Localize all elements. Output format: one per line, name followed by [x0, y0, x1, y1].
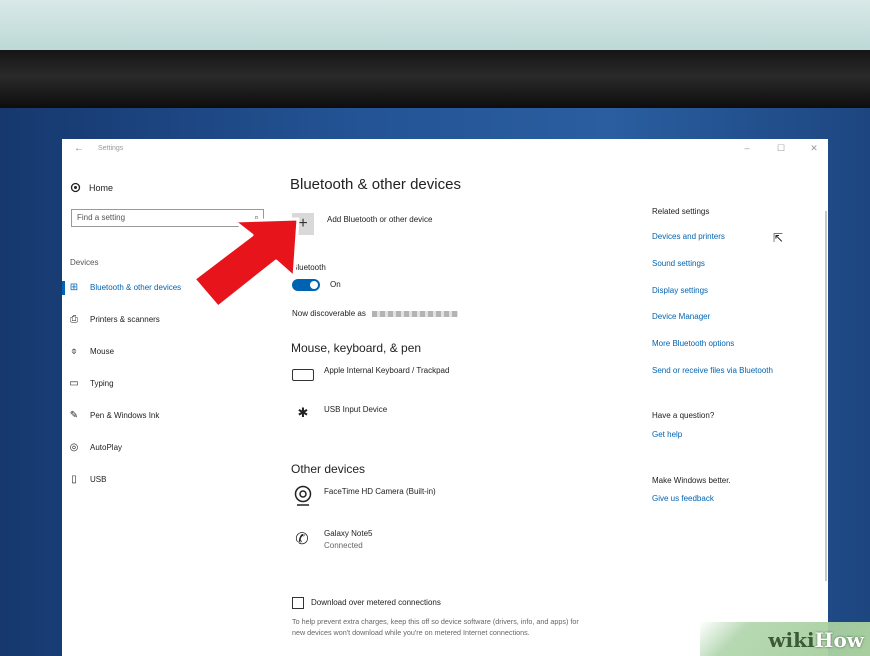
gear-icon: [70, 182, 81, 193]
title-bar: ← Settings – ☐ ✕: [62, 139, 828, 161]
device-camera-name[interactable]: FaceTime HD Camera (Built-in): [324, 487, 436, 496]
sidebar-item-autoplay[interactable]: ◎ AutoPlay: [68, 442, 122, 453]
link-device-manager[interactable]: Device Manager: [652, 312, 710, 321]
autoplay-icon: ◎: [69, 442, 79, 453]
link-get-help[interactable]: Get help: [652, 430, 682, 439]
sidebar-item-usb[interactable]: ▯ USB: [68, 474, 106, 485]
watermark-wiki: wiki: [768, 628, 815, 652]
sidebar-item-label: Mouse: [90, 347, 115, 356]
link-display-settings[interactable]: Display settings: [652, 286, 708, 295]
question-title: Have a question?: [652, 411, 715, 420]
sidebar-item-label: Printers & scanners: [90, 315, 160, 324]
bluetooth-toggle-state: On: [330, 280, 341, 289]
mouse-icon: ⌽: [71, 346, 77, 357]
device-usb-name[interactable]: USB Input Device: [324, 405, 387, 414]
sidebar-item-label: Bluetooth & other devices: [90, 283, 182, 292]
keyboard-icon: [292, 369, 314, 381]
sidebar-section-devices: Devices: [70, 258, 99, 267]
active-indicator: [62, 281, 65, 295]
red-arrow-icon: [192, 217, 300, 309]
webcam-icon: [294, 485, 312, 506]
link-devices-and-printers[interactable]: Devices and printers: [652, 232, 725, 241]
wikihow-watermark: wikiHow: [700, 622, 870, 656]
watermark-logo: wikiHow: [768, 628, 864, 652]
settings-window: ← Settings – ☐ ✕ Home Find a setting ⌕ D…: [62, 139, 828, 656]
link-send-receive-bluetooth[interactable]: Send or receive files via Bluetooth: [652, 366, 773, 375]
window-title: Settings: [98, 145, 124, 152]
usb-icon: ▯: [71, 474, 77, 485]
printer-icon: ⎙: [70, 314, 78, 325]
feedback-title: Make Windows better.: [652, 476, 731, 485]
discoverable-label: Now discoverable as: [292, 309, 366, 318]
keyboard-icon: ▭: [69, 378, 79, 389]
sidebar-item-bluetooth[interactable]: ⊞ Bluetooth & other devices: [68, 282, 181, 293]
other-devices-section-title: Other devices: [291, 462, 366, 476]
discoverable-status: Now discoverable as: [292, 309, 458, 318]
metered-checkbox[interactable]: [292, 597, 304, 609]
sidebar-item-label: USB: [90, 475, 107, 484]
watermark-how: How: [814, 628, 864, 652]
bluetooth-icon: ✱: [297, 405, 309, 420]
monitor-bezel: [0, 50, 870, 108]
device-phone-name[interactable]: Galaxy Note5: [324, 529, 372, 538]
scrollbar[interactable]: [825, 211, 827, 581]
back-arrow-icon[interactable]: ←: [74, 143, 84, 154]
maximize-button[interactable]: ☐: [772, 143, 790, 154]
sidebar-item-label: Pen & Windows Ink: [90, 411, 160, 420]
add-device-label[interactable]: Add Bluetooth or other device: [327, 215, 432, 224]
home-nav-item[interactable]: Home: [70, 182, 113, 193]
sidebar-item-label: AutoPlay: [90, 443, 123, 452]
sidebar-item-printers[interactable]: ⎙ Printers & scanners: [68, 314, 160, 325]
pen-icon: ✎: [69, 410, 79, 421]
phone-icon: ✆: [295, 531, 309, 548]
related-settings-title: Related settings: [652, 207, 710, 216]
bluetooth-devices-icon: ⊞: [69, 282, 79, 293]
sidebar-item-pen[interactable]: ✎ Pen & Windows Ink: [68, 410, 160, 421]
sidebar-item-mouse[interactable]: ⌽ Mouse: [68, 346, 114, 357]
home-label: Home: [89, 182, 114, 193]
search-placeholder: Find a setting: [77, 213, 126, 222]
redacted-device-name: [371, 310, 458, 317]
close-button[interactable]: ✕: [805, 143, 823, 154]
metered-help-text: To help prevent extra charges, keep this…: [292, 617, 579, 637]
link-give-feedback[interactable]: Give us feedback: [652, 494, 714, 503]
device-keyboard-name[interactable]: Apple Internal Keyboard / Trackpad: [324, 366, 449, 375]
metered-label[interactable]: Download over metered connections: [311, 598, 441, 607]
sidebar-item-typing[interactable]: ▭ Typing: [68, 378, 114, 389]
mouse-keyboard-section-title: Mouse, keyboard, & pen: [291, 341, 422, 355]
device-phone-status: Connected: [324, 541, 363, 550]
mouse-cursor-icon: ⇱: [773, 231, 784, 245]
minimize-button[interactable]: –: [738, 143, 756, 153]
link-more-bluetooth-options[interactable]: More Bluetooth options: [652, 339, 734, 348]
sidebar-item-label: Typing: [90, 379, 114, 388]
link-sound-settings[interactable]: Sound settings: [652, 259, 705, 268]
page-title: Bluetooth & other devices: [290, 176, 461, 193]
